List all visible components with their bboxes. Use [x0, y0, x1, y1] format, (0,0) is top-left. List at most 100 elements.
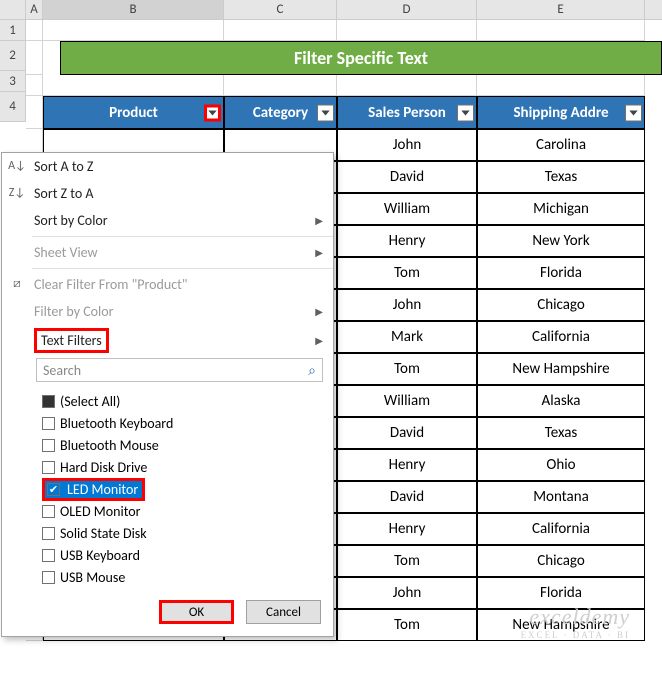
filter-check-label: (Select All) — [60, 393, 120, 410]
cell-sales-person[interactable]: Tom — [337, 257, 477, 289]
cell-sales-person[interactable]: John — [337, 289, 477, 321]
cell-sales-person[interactable]: David — [337, 161, 477, 193]
filter-check-label: Hard Disk Drive — [60, 459, 147, 476]
filter-check-item[interactable]: Hard Disk Drive — [42, 456, 317, 478]
filter-button-shipping[interactable] — [625, 104, 642, 121]
filter-button-product[interactable] — [204, 104, 221, 121]
filter-check-item[interactable]: ✔ LED Monitor — [42, 478, 317, 500]
checkbox-icon — [42, 417, 55, 430]
sort-by-color[interactable]: Sort by Color ▶ — [2, 207, 333, 234]
sort-desc-icon: Z↓ — [8, 184, 26, 202]
header-category: Category — [224, 96, 337, 129]
checkbox-icon — [42, 395, 55, 408]
cell-sales-person[interactable]: Mark — [337, 321, 477, 353]
checkbox-icon — [42, 505, 55, 518]
row-header-3[interactable]: 3 — [0, 71, 26, 92]
text-filters[interactable]: Text Filters ▶ — [2, 327, 333, 354]
filter-search-input[interactable]: Search ⌕ — [36, 358, 323, 382]
checkbox-icon — [42, 439, 55, 452]
cell-shipping[interactable]: Alaska — [477, 385, 645, 417]
clear-filter-icon: ⧄ — [8, 275, 26, 293]
cell-shipping[interactable]: Florida — [477, 257, 645, 289]
filter-check-item[interactable]: Solid State Disk — [42, 522, 317, 544]
cell-sales-person[interactable]: David — [337, 417, 477, 449]
row-header-1[interactable]: 1 — [0, 20, 26, 41]
header-product-label: Product — [109, 104, 158, 122]
checkbox-icon — [42, 527, 55, 540]
header-shipping-label: Shipping Addre — [513, 104, 608, 122]
header-sales-person: Sales Person — [337, 96, 477, 129]
cell-sales-person[interactable]: John — [337, 577, 477, 609]
chevron-right-icon: ▶ — [315, 214, 323, 227]
cell-shipping[interactable]: Chicago — [477, 545, 645, 577]
filter-check-item[interactable]: USB Mouse — [42, 566, 317, 586]
cell-shipping[interactable]: Texas — [477, 161, 645, 193]
cell-sales-person[interactable]: Henry — [337, 225, 477, 257]
checkbox-icon: ✔ — [47, 483, 60, 496]
col-header-e[interactable]: E — [477, 0, 645, 19]
cell-sales-person[interactable]: Henry — [337, 513, 477, 545]
cancel-button[interactable]: Cancel — [246, 600, 321, 624]
filter-check-label: USB Mouse — [60, 569, 125, 586]
cell-shipping[interactable]: Florida — [477, 577, 645, 609]
sheet-view: Sheet View ▶ — [2, 239, 333, 266]
filter-check-label: Bluetooth Mouse — [60, 437, 159, 454]
filter-check-label: USB Keyboard — [60, 547, 140, 564]
cell-shipping[interactable]: Chicago — [477, 289, 645, 321]
filter-dropdown: A↓ Sort A to Z Z↓ Sort Z to A Sort by Co… — [1, 152, 334, 637]
header-shipping: Shipping Addre — [477, 96, 645, 129]
header-product: Product — [43, 96, 224, 129]
sort-z-to-a[interactable]: Z↓ Sort Z to A — [2, 180, 333, 207]
cell-shipping[interactable]: Texas — [477, 417, 645, 449]
cell-sales-person[interactable]: William — [337, 193, 477, 225]
cell-shipping[interactable]: California — [477, 513, 645, 545]
chevron-right-icon: ▶ — [315, 305, 323, 318]
cell-sales-person[interactable]: John — [337, 129, 477, 161]
cell-shipping[interactable]: New Hampshire — [477, 609, 645, 641]
row-header-4[interactable]: 4 — [0, 92, 26, 122]
filter-check-item[interactable]: USB Keyboard — [42, 544, 317, 566]
clear-filter: ⧄ Clear Filter From "Product" — [2, 271, 333, 298]
col-header-b[interactable]: B — [43, 0, 224, 19]
cell-shipping[interactable]: Ohio — [477, 449, 645, 481]
col-header-c[interactable]: C — [224, 0, 337, 19]
filter-check-item[interactable]: Bluetooth Keyboard — [42, 412, 317, 434]
cell-shipping[interactable]: California — [477, 321, 645, 353]
row-headers: 1 2 3 4 — [0, 20, 26, 122]
filter-check-label: LED Monitor — [65, 481, 140, 498]
checkbox-icon — [42, 549, 55, 562]
sort-a-to-z[interactable]: A↓ Sort A to Z — [2, 153, 333, 180]
header-category-label: Category — [253, 104, 308, 122]
cell-sales-person[interactable]: Tom — [337, 353, 477, 385]
cell-shipping[interactable]: New Hampshire — [477, 353, 645, 385]
page-title: Filter Specific Text — [60, 41, 662, 75]
cell-shipping[interactable]: Michigan — [477, 193, 645, 225]
filter-check-label: OLED Monitor — [60, 503, 141, 520]
cell-sales-person[interactable]: David — [337, 481, 477, 513]
col-header-d[interactable]: D — [337, 0, 477, 19]
filter-check-label: Solid State Disk — [60, 525, 147, 542]
filter-check-label: Bluetooth Keyboard — [60, 415, 173, 432]
cell-sales-person[interactable]: Henry — [337, 449, 477, 481]
cell-sales-person[interactable]: William — [337, 385, 477, 417]
ok-button[interactable]: OK — [159, 600, 234, 624]
col-header-a[interactable]: A — [26, 0, 43, 19]
filter-check-item[interactable]: (Select All) — [42, 390, 317, 412]
filter-checklist: (Select All) Bluetooth Keyboard Bluetooth … — [36, 386, 323, 586]
chevron-right-icon: ▶ — [315, 246, 323, 259]
checkbox-icon — [42, 461, 55, 474]
row-header-2[interactable]: 2 — [0, 41, 26, 71]
filter-check-item[interactable]: OLED Monitor — [42, 500, 317, 522]
header-sales-person-label: Sales Person — [368, 104, 446, 122]
cell-shipping[interactable]: Montana — [477, 481, 645, 513]
search-icon: ⌕ — [308, 362, 316, 379]
filter-button-sales-person[interactable] — [457, 104, 474, 121]
filter-button-category[interactable] — [317, 104, 334, 121]
cell-sales-person[interactable]: Tom — [337, 545, 477, 577]
column-headers: A B C D E — [0, 0, 662, 20]
cell-sales-person[interactable]: Tom — [337, 609, 477, 641]
cell-shipping[interactable]: New York — [477, 225, 645, 257]
cell-shipping[interactable]: Carolina — [477, 129, 645, 161]
filter-check-item[interactable]: Bluetooth Mouse — [42, 434, 317, 456]
chevron-right-icon: ▶ — [315, 334, 323, 347]
